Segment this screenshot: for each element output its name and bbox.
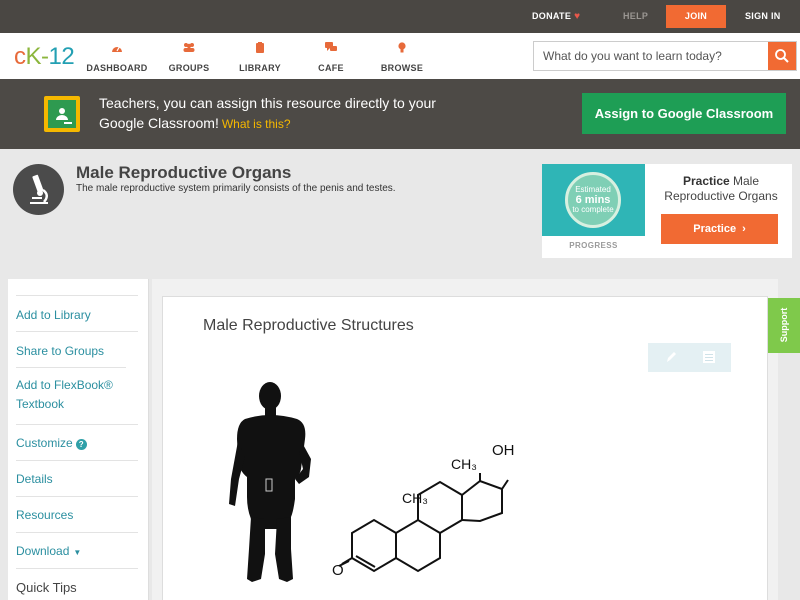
practice-button[interactable]: Practice › bbox=[661, 214, 778, 244]
add-to-library-link[interactable]: Add to Library bbox=[16, 295, 138, 332]
resources-link[interactable]: Resources bbox=[16, 496, 138, 532]
cafe-icon bbox=[325, 42, 337, 51]
share-to-groups-link[interactable]: Share to Groups bbox=[16, 331, 138, 368]
top-bar: DONATE ♥ HELP JOIN SIGN IN bbox=[0, 0, 800, 33]
assign-to-google-classroom-button[interactable]: Assign to Google Classroom bbox=[582, 93, 786, 134]
nav-dashboard-label: DASHBOARD bbox=[86, 63, 148, 73]
search-icon bbox=[775, 49, 789, 63]
concept-title: Male Reproductive Organs bbox=[76, 163, 292, 182]
practice-title: Practice Male Reproductive Organs bbox=[650, 174, 792, 204]
chevron-right-icon: › bbox=[742, 223, 746, 235]
customize-link[interactable]: Customize? bbox=[16, 424, 138, 460]
support-label: Support bbox=[779, 307, 789, 343]
microscope-icon bbox=[13, 164, 64, 215]
concept-description: The male reproductive system primarily c… bbox=[76, 183, 396, 194]
nav-groups[interactable]: GROUPS bbox=[154, 42, 224, 76]
methyl-label-mid: CH₃ bbox=[402, 490, 428, 506]
google-classroom-banner: Teachers, you can assign this resource d… bbox=[0, 79, 800, 149]
donate-link[interactable]: DONATE ♥ bbox=[532, 0, 580, 33]
nav-cafe[interactable]: CAFE bbox=[296, 42, 366, 76]
details-link[interactable]: Details bbox=[16, 460, 138, 496]
main-nav: cK-12 DASHBOARD GROUPS LIBRARY CAFE BROW… bbox=[0, 33, 800, 79]
dashboard-icon bbox=[112, 46, 122, 52]
male-silhouette-image bbox=[229, 382, 311, 582]
hydroxyl-label: OH bbox=[492, 443, 515, 459]
support-tab[interactable]: Support bbox=[768, 298, 800, 353]
content-title: Male Reproductive Structures bbox=[203, 317, 414, 334]
sidebar-label: Add to FlexBook® Textbook bbox=[16, 378, 113, 411]
sidebar-label: Add to Library bbox=[16, 308, 91, 322]
donate-label: DONATE bbox=[532, 11, 572, 21]
banner-text: Teachers, you can assign this resource d… bbox=[99, 93, 459, 134]
library-icon bbox=[256, 42, 264, 53]
methyl-label-top: CH₃ bbox=[451, 456, 477, 472]
practice-title-bold: Practice bbox=[682, 174, 730, 188]
sidebar-label: Details bbox=[16, 472, 53, 486]
heart-icon: ♥ bbox=[574, 11, 581, 22]
estimated-time-badge: Estimated 6 mins to complete bbox=[565, 172, 621, 228]
practice-card: Estimated 6 mins to complete PROGRESS Pr… bbox=[542, 164, 792, 258]
minutes-value: 6 mins bbox=[575, 194, 611, 206]
sidebar-label: Customize bbox=[16, 436, 73, 450]
download-link[interactable]: Download ▼ bbox=[16, 532, 138, 569]
sidebar-label: Download bbox=[16, 544, 70, 558]
what-is-this-link[interactable]: What is this? bbox=[222, 117, 291, 131]
search-box bbox=[533, 41, 797, 71]
nav-browse-label: BROWSE bbox=[380, 63, 424, 73]
search-button[interactable] bbox=[768, 42, 796, 70]
progress-label: PROGRESS bbox=[569, 241, 618, 250]
ck12-logo[interactable]: cK-12 bbox=[14, 43, 75, 71]
nav-groups-label: GROUPS bbox=[168, 63, 210, 73]
google-classroom-icon bbox=[44, 96, 80, 132]
help-icon[interactable]: ? bbox=[75, 439, 87, 450]
pencil-icon[interactable] bbox=[664, 350, 678, 364]
quick-tips-heading[interactable]: Quick Tips bbox=[16, 568, 138, 600]
nav-dashboard[interactable]: DASHBOARD bbox=[82, 42, 152, 76]
progress-image: Estimated 6 mins to complete bbox=[542, 164, 645, 236]
nav-library[interactable]: LIBRARY bbox=[225, 42, 295, 76]
nav-cafe-label: CAFE bbox=[318, 63, 344, 73]
join-button[interactable]: JOIN bbox=[666, 5, 726, 28]
oxygen-label: O bbox=[332, 562, 344, 579]
logo-12: 12 bbox=[48, 43, 75, 70]
add-to-flexbook-link[interactable]: Add to FlexBook® Textbook bbox=[16, 367, 126, 421]
nav-library-label: LIBRARY bbox=[239, 63, 281, 73]
search-input[interactable] bbox=[534, 42, 769, 70]
left-sidebar: Add to Library Share to Groups Add to Fl… bbox=[8, 279, 149, 600]
practice-button-label: Practice bbox=[693, 223, 737, 235]
testosterone-structure-diagram: O CH₃ CH₃ OH bbox=[332, 443, 515, 579]
groups-icon bbox=[183, 43, 195, 52]
sidebar-label: Resources bbox=[16, 508, 74, 522]
caret-down-icon: ▼ bbox=[73, 548, 82, 557]
content-tools bbox=[648, 343, 731, 372]
sidebar-label: Share to Groups bbox=[16, 344, 105, 358]
logo-c: c bbox=[14, 43, 26, 70]
content-panel: Male Reproductive Structures O CH₃ CH₃ O… bbox=[162, 296, 768, 600]
logo-k: K- bbox=[25, 43, 50, 70]
nav-browse[interactable]: BROWSE bbox=[367, 42, 437, 76]
lightbulb-icon bbox=[398, 42, 406, 53]
help-link[interactable]: HELP bbox=[623, 0, 648, 33]
main-content: Male Reproductive Structures O CH₃ CH₃ O… bbox=[152, 279, 778, 600]
notes-icon[interactable] bbox=[702, 350, 716, 364]
to-complete-label: to complete bbox=[572, 205, 614, 214]
sign-in-link[interactable]: SIGN IN bbox=[745, 0, 781, 33]
